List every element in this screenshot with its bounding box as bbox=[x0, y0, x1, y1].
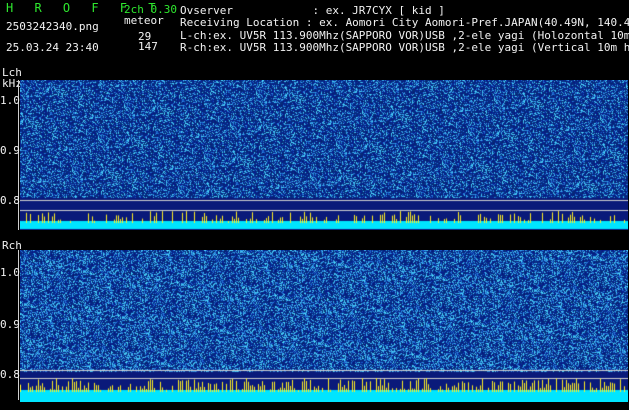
meteor-count-label: meteor bbox=[124, 14, 164, 27]
lch-tick-1.0: 1.0 bbox=[0, 94, 20, 107]
lch-tick-0.8: 0.8 bbox=[0, 194, 20, 207]
rch-meteor-count: 147 bbox=[138, 40, 158, 53]
lch-spectrogram bbox=[20, 80, 628, 230]
rch-spectrogram bbox=[20, 250, 628, 402]
rch-tick-0.8: 0.8 bbox=[0, 368, 20, 381]
rch-tick-0.9: 0.9 bbox=[0, 318, 20, 331]
hrofft-window: H R O F F T 2ch 0.30 meteor 2503242340.p… bbox=[0, 0, 629, 410]
rch-receiver-info: R-ch:ex. UV5R 113.900Mhz(SAPPORO VOR)USB… bbox=[180, 41, 629, 54]
location-info: Receiving Location : ex. Aomori City Aom… bbox=[180, 16, 629, 29]
file-name: 2503242340.png bbox=[6, 20, 99, 33]
rch-tick-1.0: 1.0 bbox=[0, 266, 20, 279]
capture-datetime: 25.03.24 23:40 bbox=[6, 41, 99, 54]
lch-tick-0.9: 0.9 bbox=[0, 144, 20, 157]
